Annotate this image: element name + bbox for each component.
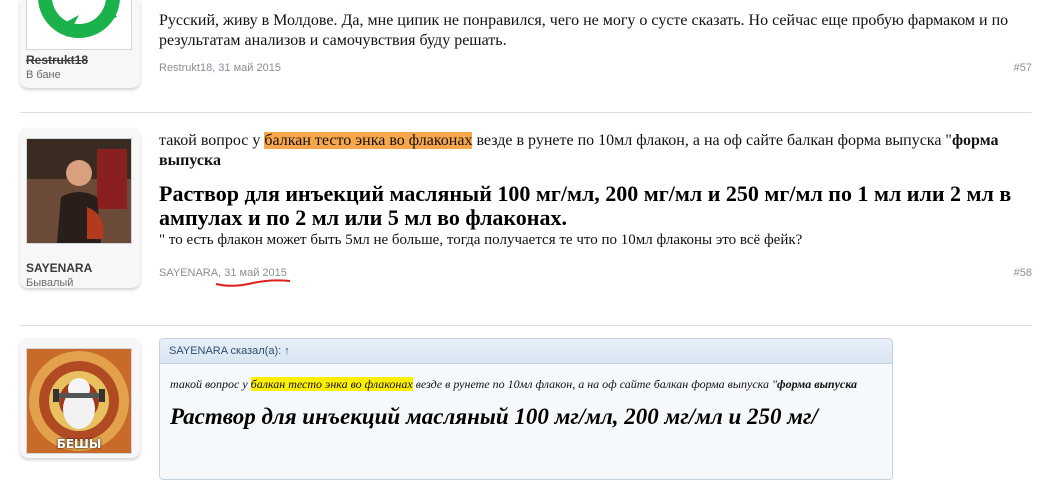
post-text-continued: " то есть флакон может быть 5мл не больш… [159,232,803,248]
post-divider [20,325,1032,326]
quote-header[interactable]: SAYENARA сказал(а): ↑ [160,339,892,364]
username[interactable]: Restrukt18 [26,53,88,67]
bold-text: форма выпуска [777,377,858,391]
post-text: Русский, живу в Молдове. Да, мне ципик н… [159,12,1009,49]
avatar[interactable] [26,0,132,50]
avatar-caption: БЕШЫ [56,437,102,451]
avatar[interactable]: БЕШЫ [26,348,132,454]
post-number[interactable]: #57 [1014,62,1032,74]
avatar[interactable] [26,138,132,244]
post-number[interactable]: #58 [1014,267,1032,279]
user-card: Restrukt18 В бане [20,0,140,88]
username[interactable]: SAYENARA [26,261,92,275]
post-59: БЕШЫ SAYENARA сказал(а): ↑ такой вопрос … [20,338,1032,480]
post-body: такой вопрос у балкан тесто энка во флак… [159,131,1032,250]
red-underline-annotation [215,279,291,287]
quoted-large-text: Раствор для инъекций масляный 100 мг/мл,… [159,181,1012,230]
highlighted-text: балкан тесто энка во флаконах [250,377,413,391]
user-title: В бане [26,69,61,81]
quote-large-text: Раствор для инъекций масляный 100 мг/мл,… [170,404,818,429]
highlighted-text: балкан тесто энка во флаконах [264,132,473,149]
quote-body: такой вопрос у балкан тесто энка во флак… [160,364,892,430]
post-meta[interactable]: Restrukt18, 31 май 2015 [159,62,281,74]
user-card: БЕШЫ [20,338,140,458]
quote-text: такой вопрос у балкан тесто энка во флак… [170,377,858,391]
user-photo-avatar [27,139,131,243]
post-author-link[interactable]: SAYENARA, [159,267,221,279]
quote-block: SAYENARA сказал(а): ↑ такой вопрос у бал… [159,338,893,480]
post-58: SAYENARA Бывалый такой вопрос у балкан т… [20,128,1032,298]
user-card: SAYENARA Бывалый [20,128,140,289]
post-divider [20,112,1032,113]
user-title: Бывалый [26,277,74,289]
post-text: такой вопрос у балкан тесто энка во флак… [159,132,999,169]
recycle-logo-icon [38,0,120,38]
post-57: Restrukt18 В бане Русский, живу в Молдов… [20,0,1032,90]
